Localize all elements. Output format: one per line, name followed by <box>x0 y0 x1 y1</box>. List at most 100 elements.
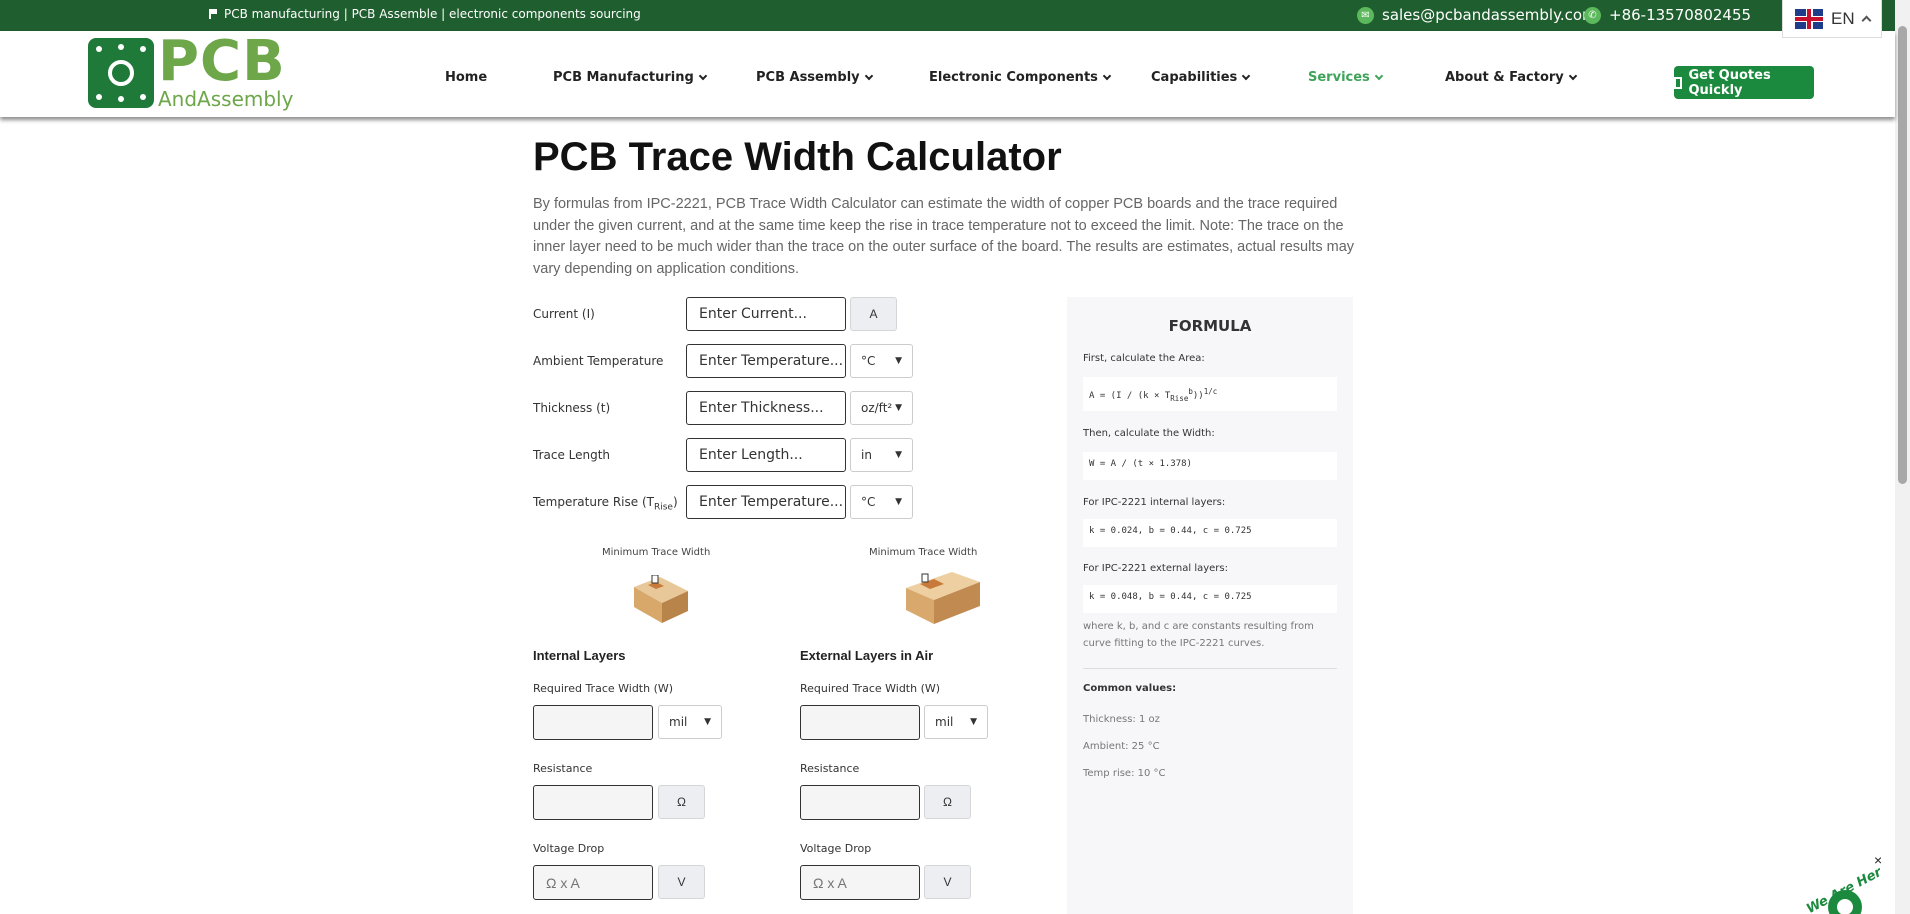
internal-constants-title: For IPC-2221 internal layers: <box>1083 497 1226 508</box>
thickness-label: Thickness (t) <box>533 401 611 415</box>
page-title: PCB Trace Width Calculator <box>533 135 1062 179</box>
chevron-down-icon <box>1242 71 1251 81</box>
external-resistance-label: Resistance <box>800 762 860 775</box>
external-voltage-output[interactable] <box>800 865 920 900</box>
page-scrollbar[interactable] <box>1895 0 1910 914</box>
internal-width-output[interactable] <box>533 705 653 740</box>
formula-step2: Then, calculate the Width: <box>1083 428 1215 439</box>
ambient-unit-select[interactable]: °C ▼ <box>850 344 913 378</box>
formula-heading: FORMULA <box>1168 317 1252 335</box>
phone-text[interactable]: +86-13570802455 <box>1609 6 1751 24</box>
current-label: Current (I) <box>533 307 595 321</box>
external-diagram-label: Minimum Trace Width <box>869 547 978 558</box>
external-width-unit-select[interactable]: mil ▼ <box>924 705 988 739</box>
whatsapp-icon: ✆ <box>1584 6 1601 24</box>
thickness-input[interactable] <box>686 391 846 425</box>
chevron-up-icon <box>1861 15 1872 26</box>
constants-note: where k, b, and c are constants resultin… <box>1083 621 1314 649</box>
email-text[interactable]: sales@pcbandassembly.com <box>1382 6 1597 24</box>
external-trace-diagram <box>906 572 980 624</box>
length-label: Trace Length <box>533 448 611 462</box>
current-input[interactable] <box>686 297 846 331</box>
temp-rise-label: Temperature Rise (TRise) <box>533 495 678 513</box>
external-constants-title: For IPC-2221 external layers: <box>1083 563 1228 574</box>
divider <box>1083 668 1337 669</box>
common-thickness: Thickness: 1 oz <box>1083 714 1160 725</box>
formula-panel: FORMULA First, calculate the Area: A = (… <box>1067 297 1353 914</box>
temp-rise-input[interactable] <box>686 485 846 519</box>
common-values-heading: Common values: <box>1083 683 1177 694</box>
logo-text-pcb: PCB <box>158 29 286 94</box>
nav-capabilities[interactable]: Capabilities <box>1151 70 1251 85</box>
chevron-down-icon <box>1374 71 1384 81</box>
nav-electronic-components[interactable]: Electronic Components <box>929 70 1112 85</box>
length-unit-select[interactable]: in ▼ <box>850 438 913 472</box>
nav-about-factory[interactable]: About & Factory <box>1445 70 1578 85</box>
common-temp-rise: Temp rise: 10 °C <box>1083 768 1166 779</box>
dropdown-arrow-icon: ▼ <box>895 450 902 460</box>
internal-width-label: Required Trace Width (W) <box>533 682 674 695</box>
nav-pcb-assembly[interactable]: PCB Assembly <box>756 70 873 85</box>
dropdown-arrow-icon: ▼ <box>895 497 902 507</box>
document-icon <box>1674 76 1683 89</box>
nav-services[interactable]: Services <box>1308 70 1384 85</box>
internal-resistance-output[interactable] <box>533 785 653 820</box>
internal-diagram-label: Minimum Trace Width <box>602 547 711 558</box>
external-resistance-output[interactable] <box>800 785 920 820</box>
chat-close-icon[interactable]: × <box>1874 852 1882 868</box>
flag-icon <box>209 9 218 19</box>
internal-resistance-label: Resistance <box>533 762 593 775</box>
chevron-down-icon <box>1568 71 1578 81</box>
external-voltage-unit: V <box>924 865 971 899</box>
internal-voltage-unit: V <box>658 865 705 899</box>
chevron-down-icon <box>698 71 708 81</box>
top-bar: PCB manufacturing | PCB Assemble | elect… <box>0 0 1910 31</box>
dropdown-arrow-icon: ▼ <box>895 403 902 413</box>
ambient-input[interactable] <box>686 344 846 378</box>
tagline-text: PCB manufacturing | PCB Assemble | elect… <box>224 7 641 21</box>
internal-constants: k = 0.024, b = 0.44, c = 0.725 <box>1083 519 1337 547</box>
internal-layers-heading: Internal Layers <box>533 648 626 663</box>
internal-trace-diagram <box>634 575 688 623</box>
external-width-output[interactable] <box>800 705 920 740</box>
area-formula: A = (I / (k × TRiseb))1/c <box>1083 377 1337 411</box>
width-formula: W = A / (t × 1.378) <box>1083 452 1337 480</box>
tagline: PCB manufacturing | PCB Assemble | elect… <box>209 7 641 21</box>
dropdown-arrow-icon: ▼ <box>895 356 902 366</box>
external-constants: k = 0.048, b = 0.44, c = 0.725 <box>1083 585 1337 613</box>
formula-step1: First, calculate the Area: <box>1083 353 1205 364</box>
ambient-label: Ambient Temperature <box>533 354 664 368</box>
length-input[interactable] <box>686 438 846 472</box>
chevron-down-icon <box>864 71 873 81</box>
uk-flag-icon <box>1795 8 1823 29</box>
logo-text-andassembly: AndAssembly <box>158 87 294 111</box>
dropdown-arrow-icon: ▼ <box>970 717 977 727</box>
logo-mark-icon <box>88 38 154 108</box>
nav-home[interactable]: Home <box>445 70 487 85</box>
email-icon: ✉ <box>1357 6 1374 24</box>
common-ambient: Ambient: 25 °C <box>1083 741 1160 752</box>
internal-resistance-unit: Ω <box>658 785 705 819</box>
current-unit: A <box>850 297 897 331</box>
get-quotes-button[interactable]: Get Quotes Quickly <box>1674 66 1814 99</box>
chat-widget[interactable]: We Are Here! <box>1800 868 1880 914</box>
external-layers-heading: External Layers in Air <box>800 648 934 663</box>
scrollbar-thumb[interactable] <box>1898 26 1907 484</box>
temp-rise-unit-select[interactable]: °C ▼ <box>850 485 913 519</box>
intro-paragraph: By formulas from IPC-2221, PCB Trace Wid… <box>533 196 1355 278</box>
chat-bubble-icon[interactable] <box>1828 890 1862 914</box>
external-voltage-label: Voltage Drop <box>800 842 872 855</box>
language-label: EN <box>1831 8 1855 28</box>
chevron-down-icon <box>1102 71 1112 81</box>
internal-width-unit-select[interactable]: mil ▼ <box>658 705 722 739</box>
external-width-label: Required Trace Width (W) <box>800 682 941 695</box>
phone-link[interactable]: ✆ +86-13570802455 <box>1584 6 1751 24</box>
external-resistance-unit: Ω <box>924 785 971 819</box>
thickness-unit-select[interactable]: oz/ft² ▼ <box>850 391 913 425</box>
email-link[interactable]: ✉ sales@pcbandassembly.com <box>1357 6 1597 24</box>
logo[interactable]: PCB AndAssembly <box>88 29 294 111</box>
site-header: PCB AndAssembly Home PCB Manufacturing P… <box>0 31 1895 117</box>
internal-voltage-output[interactable] <box>533 865 653 900</box>
nav-pcb-manufacturing[interactable]: PCB Manufacturing <box>553 70 708 85</box>
language-selector[interactable]: EN <box>1782 0 1882 38</box>
